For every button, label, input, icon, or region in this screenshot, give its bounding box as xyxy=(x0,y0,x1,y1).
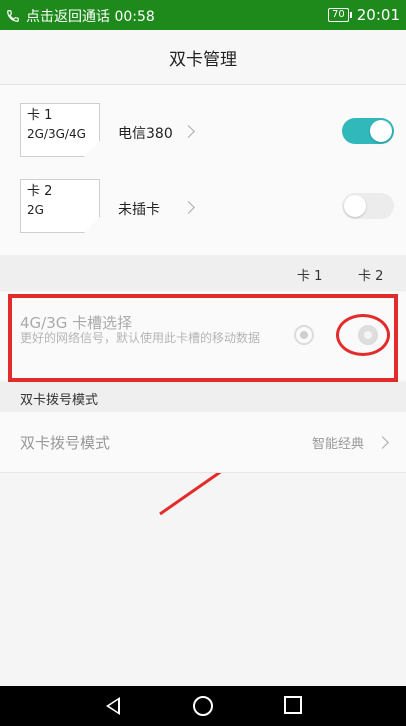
navigation-bar xyxy=(0,686,406,726)
sim-list: 卡 1 2G/3G/4G 电信380 卡 2 2G 未插卡 xyxy=(0,85,406,255)
battery-icon: 70 xyxy=(328,8,352,22)
highlight-circle xyxy=(336,314,390,356)
sim-1-name: 电信380 xyxy=(118,126,173,142)
page-title-bar: 双卡管理 xyxy=(0,30,406,85)
sim-1-toggle[interactable] xyxy=(342,118,394,144)
sim-2-slot-label: 卡 2 xyxy=(27,184,53,199)
sim-row-2[interactable]: 卡 2 2G 未插卡 xyxy=(0,173,406,253)
phone-icon xyxy=(7,10,19,22)
dial-mode-section-header: 双卡拨号模式 xyxy=(0,382,406,412)
sim-row-1[interactable]: 卡 1 2G/3G/4G 电信380 xyxy=(0,85,406,165)
chevron-right-icon xyxy=(182,201,195,214)
toggle-knob xyxy=(370,120,392,142)
dial-mode-row[interactable]: 双卡拨号模式 智能经典 xyxy=(0,412,406,473)
dial-mode-title: 双卡拨号模式 xyxy=(20,434,111,452)
sim-1-slot-label: 卡 1 xyxy=(27,108,53,123)
home-icon[interactable] xyxy=(193,696,213,716)
section-label: 双卡拨号模式 xyxy=(20,393,99,408)
toggle-knob xyxy=(344,195,366,217)
back-icon[interactable] xyxy=(106,697,120,715)
sim-2-name: 未插卡 xyxy=(118,202,160,218)
status-bar: 点击返回通话 00:58 70 20:01 xyxy=(0,0,406,30)
column-card-2: 卡 2 xyxy=(358,269,384,284)
call-return-banner[interactable]: 点击返回通话 00:58 xyxy=(6,6,155,26)
chevron-right-icon xyxy=(376,436,389,449)
page-title: 双卡管理 xyxy=(169,49,237,70)
chevron-right-icon xyxy=(182,125,195,138)
sim-1-network: 2G/3G/4G xyxy=(27,127,86,141)
status-time: 20:01 xyxy=(356,6,400,24)
sim-2-network: 2G xyxy=(27,203,44,217)
sim-card-2-icon: 卡 2 2G xyxy=(20,179,100,233)
column-card-1: 卡 1 xyxy=(297,269,323,284)
dial-mode-value: 智能经典 xyxy=(311,437,364,452)
slot-column-headers: 卡 1 卡 2 xyxy=(0,255,406,291)
recent-apps-icon[interactable] xyxy=(284,696,302,714)
call-return-text: 点击返回通话 00:58 xyxy=(26,9,155,25)
sim-card-1-icon: 卡 1 2G/3G/4G xyxy=(20,103,100,157)
sim-2-toggle[interactable] xyxy=(342,193,394,219)
